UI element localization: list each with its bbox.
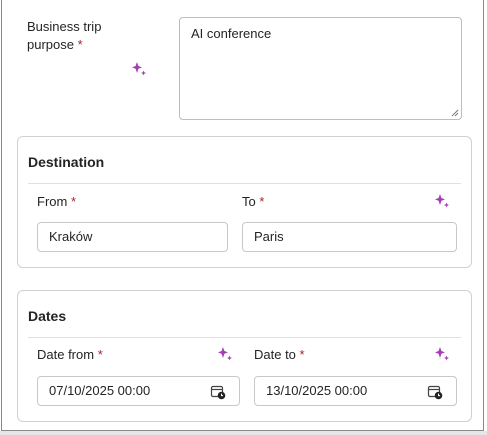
destination-title: Destination [28,154,105,170]
card-divider [28,337,461,338]
purpose-value: AI conference [191,26,272,41]
purpose-textarea[interactable]: AI conference [179,17,462,120]
dates-card: Dates Date from * 07/10/2025 00:00 Date … [17,290,472,422]
date-to-input[interactable]: 13/10/2025 00:00 [254,376,457,406]
card-divider [28,183,461,184]
purpose-label: Business trip purpose * [27,18,137,54]
date-from-value: 07/10/2025 00:00 [49,383,151,398]
date-to-value: 13/10/2025 00:00 [266,383,368,398]
resize-grip-icon[interactable] [451,109,459,117]
bottom-edge [0,431,487,435]
date-to-label: Date to * [254,346,305,364]
date-from-label: Date from * [37,346,103,364]
date-from-label-text: Date from [37,347,95,362]
to-label: To * [242,193,264,211]
required-mark: * [259,194,265,209]
required-mark: * [299,347,305,362]
from-label-text: From [37,194,68,209]
to-value: Paris [254,229,284,244]
from-value: Kraków [49,229,93,244]
required-mark: * [77,37,83,52]
purpose-label-text: Business trip purpose [27,19,102,52]
to-input[interactable]: Paris [242,222,457,252]
date-from-input[interactable]: 07/10/2025 00:00 [37,376,240,406]
from-label: From * [37,193,76,211]
dates-title: Dates [28,308,67,324]
sparkle-icon[interactable] [434,193,450,209]
required-mark: * [97,347,103,362]
calendar-clock-icon[interactable] [427,384,443,400]
date-to-label-text: Date to [254,347,296,362]
required-mark: * [70,194,77,209]
from-input[interactable]: Kraków [37,222,228,252]
sparkle-icon[interactable] [434,346,450,362]
to-label-text: To [242,194,256,209]
sparkle-icon[interactable] [131,61,147,77]
sparkle-icon[interactable] [217,346,233,362]
calendar-clock-icon[interactable] [210,384,226,400]
destination-card: Destination From * Kraków To * Paris [17,136,472,268]
